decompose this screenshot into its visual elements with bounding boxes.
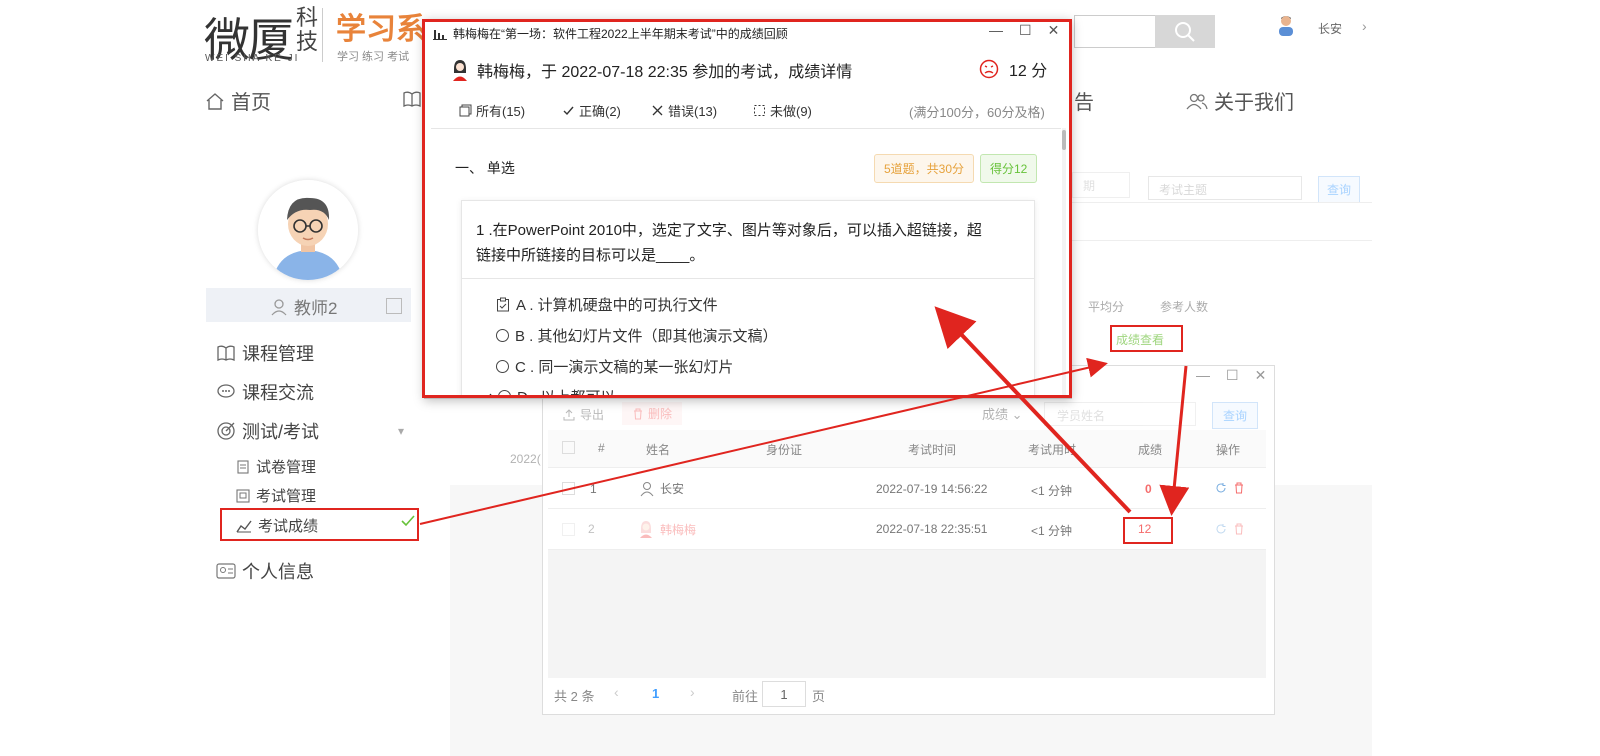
arrow-score-to-modal	[934, 306, 1132, 514]
arrow-score-view-to-score	[1159, 365, 1190, 516]
annotation-arrows	[419, 306, 1190, 525]
arrow-menu-to-score-view	[419, 357, 1108, 525]
